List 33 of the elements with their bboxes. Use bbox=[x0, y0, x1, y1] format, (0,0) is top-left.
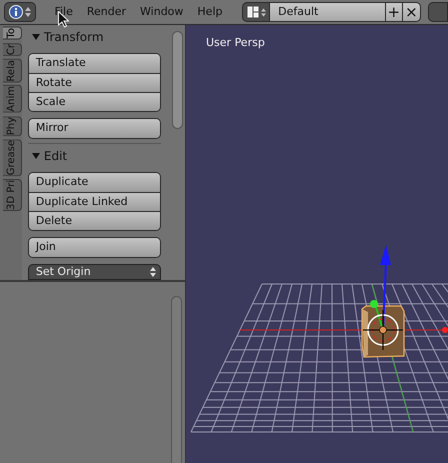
panel-header[interactable]: Edit bbox=[32, 147, 68, 165]
tool-button[interactable]: Translate bbox=[28, 54, 160, 73]
set-origin-dropdown[interactable]: Set Origin bbox=[28, 264, 162, 280]
panel-header[interactable]: Transform bbox=[32, 28, 104, 46]
add-layout-button[interactable]: + bbox=[384, 2, 403, 22]
tool-button[interactable]: Rotate bbox=[28, 73, 160, 92]
updown-arrows-icon bbox=[150, 267, 156, 277]
menu-item[interactable]: Render bbox=[80, 4, 132, 20]
menu-item[interactable]: Window bbox=[134, 4, 190, 20]
triangle-down-icon bbox=[32, 33, 40, 41]
scrollbar[interactable] bbox=[171, 296, 182, 463]
tool-button[interactable]: Scale bbox=[28, 92, 160, 111]
menu-item[interactable]: File bbox=[48, 4, 79, 20]
updown-arrows-icon bbox=[25, 7, 32, 17]
editor-type-button[interactable] bbox=[4, 2, 36, 22]
info-icon bbox=[9, 5, 24, 19]
tool-button[interactable]: Join bbox=[28, 238, 160, 257]
triangle-down-icon bbox=[32, 152, 40, 160]
tool-button[interactable]: Mirror bbox=[28, 119, 160, 138]
menu-item[interactable]: Help bbox=[191, 4, 228, 20]
layout-icon bbox=[246, 6, 259, 18]
tool-button[interactable]: Duplicate Linked bbox=[28, 192, 160, 211]
updown-arrows-icon bbox=[260, 8, 266, 16]
view-label: User Persp bbox=[206, 35, 265, 51]
tool-tab[interactable]: To bbox=[2, 27, 22, 40]
remove-layout-button[interactable]: × bbox=[402, 2, 421, 22]
tool-button[interactable]: Delete bbox=[28, 211, 160, 230]
tool-button[interactable]: Duplicate bbox=[28, 173, 160, 192]
layout-name-field[interactable]: Default bbox=[270, 2, 385, 22]
scene-button[interactable] bbox=[428, 2, 448, 22]
3d-viewport[interactable]: User Persp bbox=[186, 25, 448, 463]
screen-layout-button[interactable] bbox=[242, 2, 270, 22]
scrollbar[interactable] bbox=[172, 31, 183, 129]
